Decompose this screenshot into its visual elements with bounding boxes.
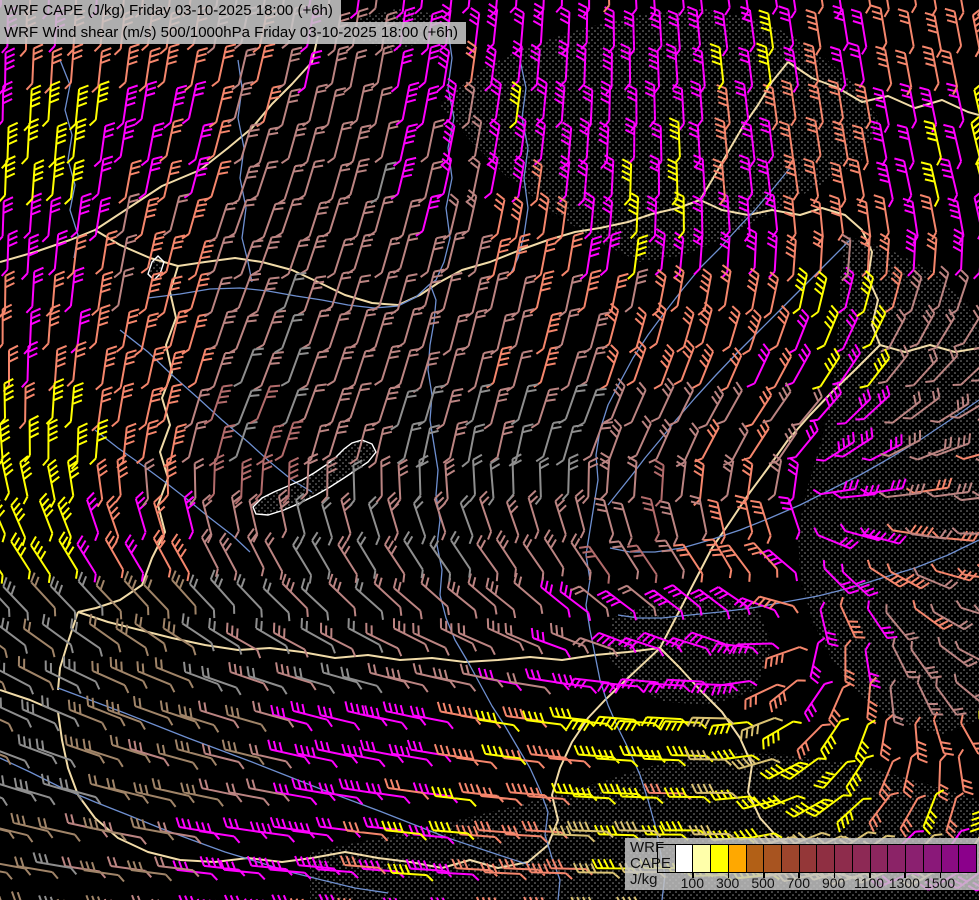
- weather-map-stage: WRF CAPE (J/kg) Friday 03-10-2025 18:00 …: [0, 0, 979, 900]
- colorbar-cell: [906, 845, 924, 872]
- colorbar-cell: [658, 845, 676, 872]
- colorbar-cell: [871, 845, 889, 872]
- colorbar-cell: [853, 845, 871, 872]
- legend-units-label: J/kg: [630, 872, 671, 888]
- map-title-cape: WRF CAPE (J/kg) Friday 03-10-2025 18:00 …: [0, 0, 341, 22]
- colorbar-cell: [924, 845, 942, 872]
- colorbar-cell: [693, 845, 711, 872]
- cape-legend: WRF CAPE J/kg 10030050070090011001300150…: [625, 838, 979, 890]
- colorbar-cell: [764, 845, 782, 872]
- colorbar-tick-label: 500: [751, 875, 774, 891]
- river: [60, 60, 78, 258]
- colorbar-tick-label: 100: [681, 875, 704, 891]
- country-border: [0, 36, 318, 262]
- colorbar-cell: [959, 845, 976, 872]
- colorbar-cell: [729, 845, 747, 872]
- colorbar-tick-label: 700: [787, 875, 810, 891]
- colorbar-cell: [782, 845, 800, 872]
- colorbar-cell: [800, 845, 818, 872]
- colorbar-cell: [835, 845, 853, 872]
- cape-colorbar: [657, 844, 977, 873]
- colorbar-tick-label: 1100: [854, 875, 884, 891]
- colorbar-tick-label: 300: [716, 875, 739, 891]
- colorbar-tick-label: 1500: [924, 875, 955, 891]
- map-title-wind-shear: WRF Wind shear (m/s) 500/1000hPa Friday …: [0, 22, 466, 44]
- colorbar-cell: [711, 845, 729, 872]
- colorbar-tick-label: 1300: [889, 875, 920, 891]
- colorbar-cell: [942, 845, 960, 872]
- weather-map-canvas: [0, 0, 979, 900]
- wind-barb-set: [0, 571, 266, 900]
- colorbar-tick-label: 900: [822, 875, 845, 891]
- colorbar-cell: [676, 845, 694, 872]
- colorbar-cell: [817, 845, 835, 872]
- colorbar-cell: [888, 845, 906, 872]
- colorbar-cell: [747, 845, 765, 872]
